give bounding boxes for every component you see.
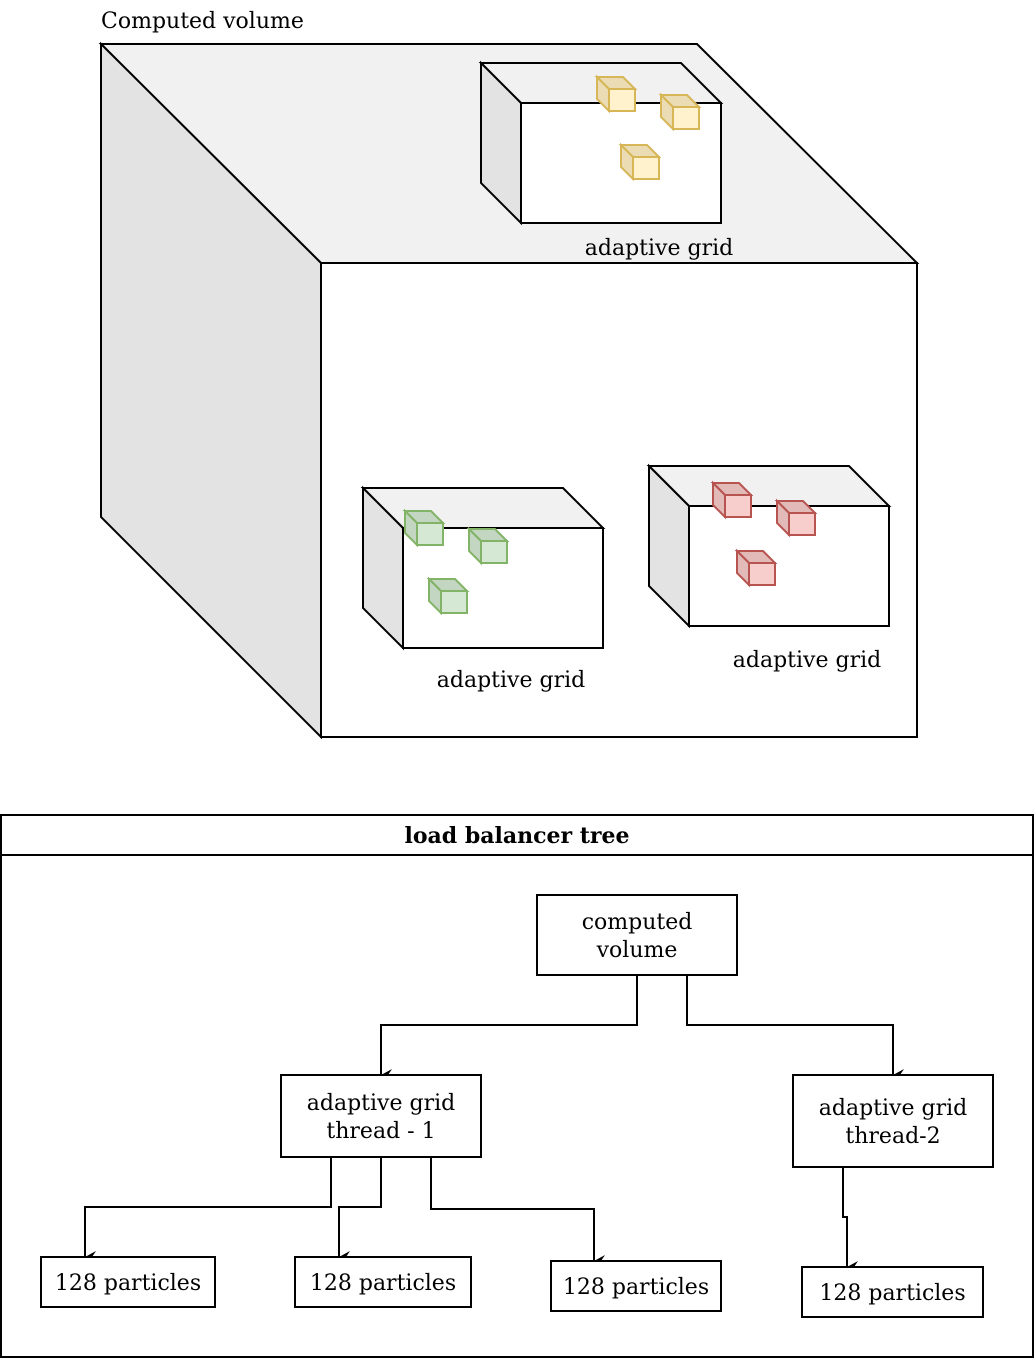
adaptive-grid-label: adaptive grid bbox=[585, 236, 733, 261]
tree-node-thread1[interactable]: adaptive grid thread - 1 bbox=[280, 1074, 482, 1158]
particle-front bbox=[748, 562, 776, 586]
tree-node-label: 128 particles bbox=[563, 1275, 709, 1300]
tree-node-label: volume bbox=[596, 938, 678, 963]
tree-node-label: 128 particles bbox=[819, 1281, 965, 1306]
particle-front bbox=[608, 88, 636, 112]
tree-node-leaf1[interactable]: 128 particles bbox=[40, 1256, 216, 1308]
tree-node-leaf3[interactable]: 128 particles bbox=[550, 1260, 722, 1312]
particle-front bbox=[724, 494, 752, 518]
particle-front bbox=[788, 512, 816, 536]
tree-node-label: 128 particles bbox=[310, 1271, 456, 1296]
particle-cube bbox=[710, 480, 754, 520]
tree-node-label: adaptive grid bbox=[819, 1096, 967, 1121]
adaptive-grid-label: adaptive grid bbox=[733, 648, 881, 673]
tree-node-label: computed bbox=[582, 910, 693, 935]
tree-node-box[interactable] bbox=[792, 1074, 994, 1168]
tree-node-thread2[interactable]: adaptive grid thread-2 bbox=[792, 1074, 994, 1168]
tree-node-label: thread-2 bbox=[845, 1124, 940, 1149]
tree-node-label: adaptive grid bbox=[307, 1091, 455, 1116]
load-balancer-tree: load balancer tree computed volume adaptiv… bbox=[0, 814, 1034, 1358]
tree-node-leaf2[interactable]: 128 particles bbox=[294, 1256, 472, 1308]
tree-node-leaf4[interactable]: 128 particles bbox=[801, 1266, 984, 1318]
particle-cube bbox=[594, 74, 638, 114]
particle-cube bbox=[426, 576, 470, 616]
diagram-canvas: Computed volume adaptive gridadaptive gr… bbox=[0, 9, 1034, 1358]
grid-top-face bbox=[646, 465, 892, 507]
tree-title: load balancer tree bbox=[405, 823, 630, 849]
particle-front bbox=[632, 156, 660, 180]
particle-cube bbox=[658, 92, 702, 132]
computed-volume-label: Computed volume bbox=[101, 9, 304, 34]
tree-node-box[interactable] bbox=[536, 894, 738, 976]
particle-cube bbox=[618, 142, 662, 182]
particle-cube bbox=[734, 548, 778, 588]
tree-node-root[interactable]: computed volume bbox=[536, 894, 738, 976]
particle-front bbox=[480, 540, 508, 564]
particle-cube bbox=[402, 508, 446, 548]
tree-node-box[interactable] bbox=[280, 1074, 482, 1158]
tree-node-label: thread - 1 bbox=[326, 1119, 435, 1144]
particle-cube bbox=[466, 526, 510, 566]
particle-front bbox=[672, 106, 700, 130]
particle-front bbox=[416, 522, 444, 546]
particle-cube bbox=[774, 498, 818, 538]
grid-top-face bbox=[360, 487, 606, 529]
tree-node-label: 128 particles bbox=[55, 1271, 201, 1296]
adaptive-grid-label: adaptive grid bbox=[437, 668, 585, 693]
particle-front bbox=[440, 590, 468, 614]
